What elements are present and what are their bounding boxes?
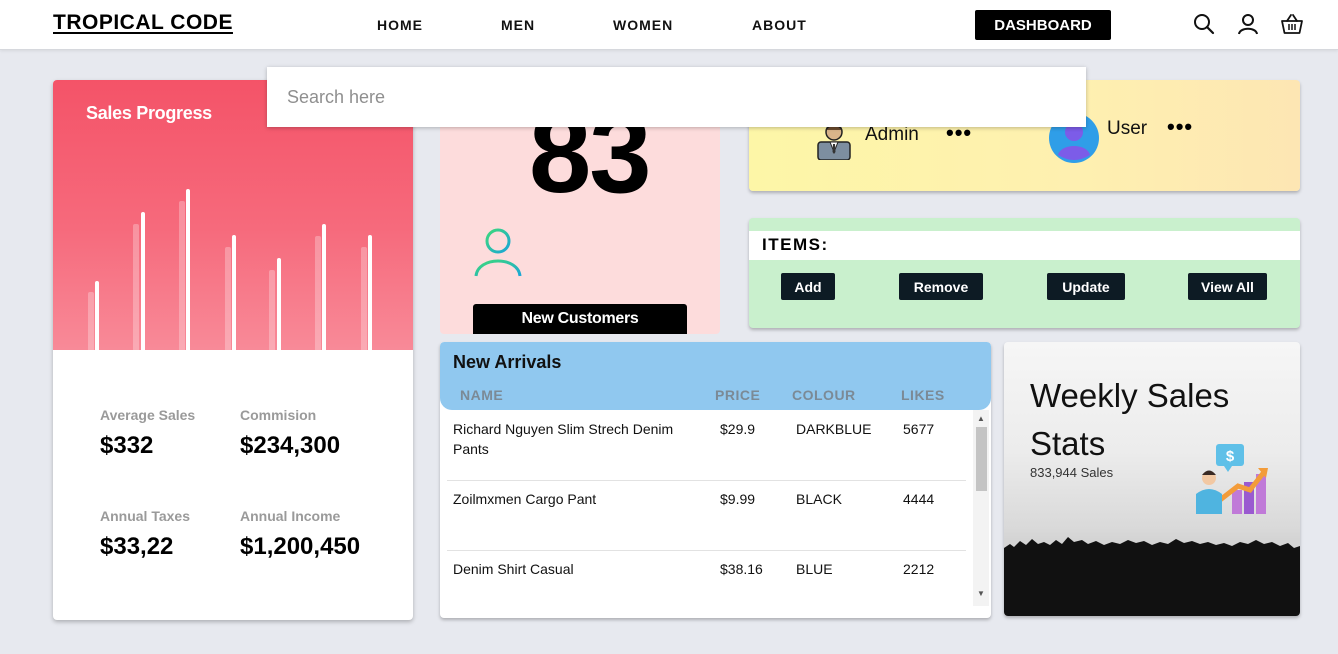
chart-bar-shadow (179, 201, 185, 350)
scroll-down-icon[interactable]: ▼ (977, 589, 985, 598)
update-item-button[interactable]: Update (1047, 273, 1125, 300)
row-name: Richard Nguyen Slim Strech Denim Pants (453, 421, 674, 457)
remove-item-button[interactable]: Remove (899, 273, 983, 300)
chart-bar-shadow (225, 247, 231, 350)
navbar: TROPICAL CODE HOME MEN WOMEN ABOUT DASHB… (0, 0, 1338, 50)
row-colour: DARKBLUE (796, 421, 872, 437)
chart-bar-shadow (88, 292, 94, 350)
sales-growth-icon: $ (1196, 444, 1268, 514)
annual-taxes-value: $33,22 (100, 533, 174, 560)
sales-progress-card: Sales Progress Average Sales $332 Commis… (53, 80, 413, 620)
sales-progress-title: Sales Progress (86, 103, 212, 123)
row-name: Denim Shirt Casual (453, 561, 574, 577)
nav-link-women[interactable]: WOMEN (613, 17, 673, 33)
chart-bar (322, 224, 326, 350)
chart-bar-shadow (315, 236, 321, 350)
row-price: $29.9 (720, 421, 756, 437)
column-header-likes: LIKES (901, 387, 945, 403)
row-colour: BLACK (796, 491, 842, 507)
search-input[interactable] (267, 67, 1086, 127)
table-row[interactable]: Denim Shirt Casual $38.16 BLUE 2212 (447, 551, 966, 618)
weekly-sales-card: Weekly Sales Stats 833,944 Sales $ (1004, 342, 1300, 616)
column-header-colour: COLOUR (792, 387, 856, 403)
chart-bar-shadow (269, 270, 275, 350)
annual-income-value: $1,200,450 (240, 533, 361, 560)
commision-label: Commision (240, 407, 317, 423)
row-likes: 5677 (903, 421, 935, 437)
user-label: User (1107, 118, 1148, 139)
items-card: ITEMS: Add Remove Update View All (749, 218, 1300, 328)
user-more-button[interactable]: ••• (1167, 116, 1193, 138)
chart-bar (277, 258, 281, 350)
new-arrivals-header: New Arrivals NAME PRICE COLOUR LIKES (440, 342, 991, 410)
brand-logo[interactable]: TROPICAL CODE (53, 11, 233, 35)
search-icon[interactable] (1192, 12, 1216, 36)
commision-value: $234,300 (240, 432, 341, 459)
admin-label: Admin (865, 124, 919, 145)
add-item-button[interactable]: Add (781, 273, 835, 300)
annual-taxes-label: Annual Taxes (100, 508, 190, 524)
chart-bar (186, 189, 190, 350)
chart-bar (232, 235, 236, 350)
nav-link-men[interactable]: MEN (501, 17, 535, 33)
row-colour: BLUE (796, 561, 833, 577)
row-name: Zoilmxmen Cargo Pant (453, 491, 597, 507)
treeline-silhouette (1004, 537, 1300, 616)
chart-bar-shadow (361, 247, 367, 350)
row-likes: 2212 (903, 561, 935, 577)
table-row[interactable]: Zoilmxmen Cargo Pant $9.99 BLACK 4444 (447, 481, 966, 551)
average-sales-label: Average Sales (100, 407, 196, 423)
weekly-sales-count: 833,944 Sales (1030, 465, 1114, 480)
chart-bar (141, 212, 145, 350)
svg-text:$: $ (1226, 448, 1235, 465)
table-scrollbar-thumb[interactable] (976, 427, 987, 491)
items-header: ITEMS: (749, 231, 1300, 260)
new-arrivals-title: New Arrivals (453, 352, 562, 372)
average-sales-value: $332 (100, 432, 154, 459)
new-customers-button[interactable]: New Customers (473, 304, 687, 334)
column-header-name: NAME (460, 387, 504, 403)
scroll-up-icon[interactable]: ▲ (977, 414, 985, 423)
items-title: ITEMS: (762, 235, 829, 254)
user-icon[interactable] (1236, 12, 1260, 36)
basket-icon[interactable] (1280, 12, 1304, 36)
customer-icon (474, 228, 522, 277)
nav-link-about[interactable]: ABOUT (752, 17, 807, 33)
view-all-items-button[interactable]: View All (1188, 273, 1267, 300)
annual-income-label: Annual Income (240, 508, 341, 524)
new-arrivals-card: New Arrivals NAME PRICE COLOUR LIKES Ric… (440, 342, 991, 618)
chart-bar (368, 235, 372, 350)
chart-bar-shadow (133, 224, 139, 350)
dashboard-button[interactable]: DASHBOARD (975, 10, 1111, 40)
table-row[interactable]: Richard Nguyen Slim Strech Denim Pants $… (447, 411, 966, 481)
row-likes: 4444 (903, 491, 935, 507)
row-price: $9.99 (720, 491, 756, 507)
chart-bar (95, 281, 99, 350)
nav-link-home[interactable]: HOME (377, 17, 423, 33)
row-price: $38.16 (720, 561, 763, 577)
column-header-price: PRICE (715, 387, 761, 403)
